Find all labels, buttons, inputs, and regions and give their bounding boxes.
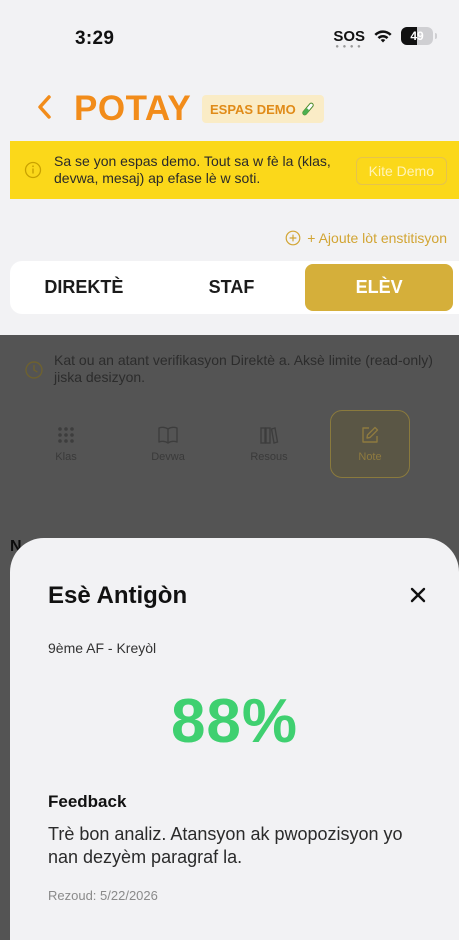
sos-indicator: SOS ● ● ● ● xyxy=(333,27,365,50)
app-title: POTAY xyxy=(74,89,192,128)
score-value: 88% xyxy=(170,687,299,756)
sos-label: SOS xyxy=(333,27,365,45)
plus-circle-icon xyxy=(285,230,301,246)
status-time: 3:29 xyxy=(75,28,115,49)
tab-staff[interactable]: STAF xyxy=(158,261,306,314)
book-icon xyxy=(158,426,178,444)
wifi-icon xyxy=(373,29,393,44)
tab-director[interactable]: DIREKTÈ xyxy=(10,261,158,314)
demo-badge: ESPAS DEMO xyxy=(202,95,324,123)
close-icon[interactable] xyxy=(409,586,427,604)
feedback-heading: Feedback xyxy=(48,792,127,811)
quick-action-label: Klas xyxy=(55,451,77,463)
assignment-title: Esè Antigòn xyxy=(48,582,188,609)
library-icon xyxy=(260,427,279,444)
status-indicators: SOS ● ● ● ● 49 xyxy=(333,27,437,50)
app-header: POTAY ESPAS DEMO xyxy=(0,88,459,128)
leave-demo-button[interactable]: Kite Demo xyxy=(355,157,447,185)
grid-icon xyxy=(58,427,74,443)
class-label: 9ème AF - Kreyòl xyxy=(48,640,157,656)
quick-action-classes[interactable]: Klas xyxy=(26,410,106,478)
add-institution-link[interactable]: + Ajoute lòt enstitisyon xyxy=(285,230,447,246)
role-tabs: DIREKTÈ STAF ELÈV xyxy=(10,261,459,314)
quick-action-label: Resous xyxy=(250,451,288,463)
battery-level: 49 xyxy=(410,29,424,43)
feedback-text: Trè bon analiz. Atansyon ak pwopozisyon … xyxy=(48,824,403,867)
demo-banner-text: Sa se yon espas demo. Tout sa w fè la (k… xyxy=(54,153,331,186)
info-icon xyxy=(24,161,42,179)
quick-action-label: Note xyxy=(358,451,382,463)
add-institution-label: + Ajoute lòt enstitisyon xyxy=(307,230,447,246)
grade-detail-sheet: Esè Antigòn 9ème AF - Kreyòl 88% Feedbac… xyxy=(10,538,459,940)
verification-warning-text: Kat ou an atant verifikasyon Direktè a. … xyxy=(54,352,433,385)
signal-dots-icon: ● ● ● ● xyxy=(335,43,362,50)
test-tube-icon xyxy=(302,102,314,116)
demo-banner: Sa se yon espas demo. Tout sa w fè la (k… xyxy=(10,141,459,199)
quick-action-homework[interactable]: Devwa xyxy=(128,410,208,478)
back-chevron-icon[interactable] xyxy=(36,94,52,125)
edit-icon xyxy=(362,426,379,443)
battery-icon: 49 xyxy=(401,27,437,45)
quick-action-grades[interactable]: Note xyxy=(330,410,410,478)
submitted-date: Rezoud: 5/22/2026 xyxy=(48,888,158,903)
status-bar: 3:29 SOS ● ● ● ● 49 xyxy=(0,0,459,82)
quick-action-resources[interactable]: Resous xyxy=(229,410,309,478)
clock-icon xyxy=(25,361,43,379)
verification-warning: Kat ou an atant verifikasyon Direktè a. … xyxy=(24,352,444,386)
quick-action-label: Devwa xyxy=(151,451,185,463)
tab-student[interactable]: ELÈV xyxy=(305,264,454,311)
demo-badge-label: ESPAS DEMO xyxy=(210,101,296,117)
quick-actions: Klas Devwa Resous Note xyxy=(0,410,459,480)
